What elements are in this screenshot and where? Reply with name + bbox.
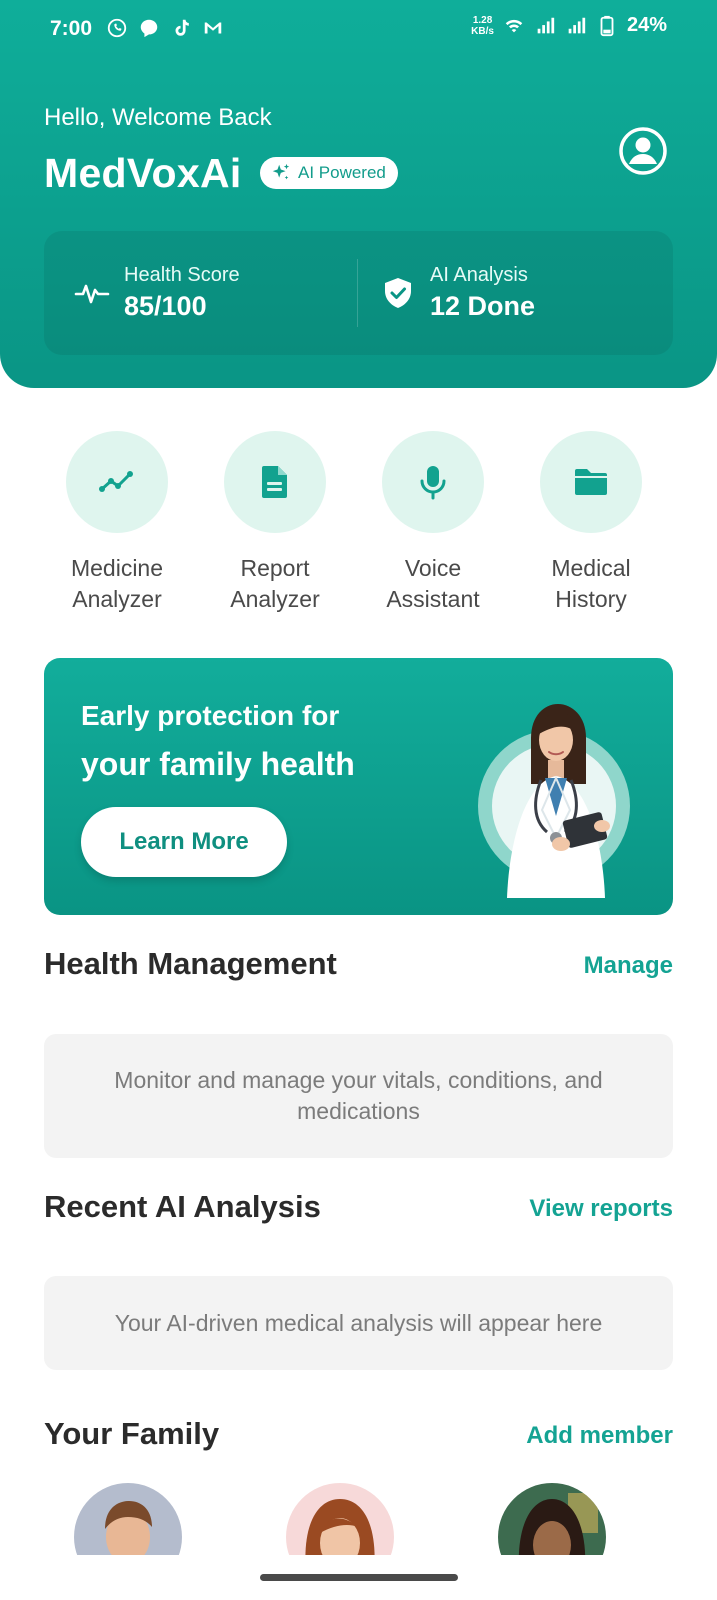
health-management-box: Monitor and manage your vitals, conditio… [44,1034,673,1158]
microphone-icon [420,466,446,500]
stat-label: Health Score [124,264,240,286]
tiktok-icon [175,19,189,36]
header: 7:00 1.28 KB/s 24% Hello, Welcome Back M [0,0,717,388]
action-label: Medical History [551,555,631,612]
action-circle [540,431,642,533]
document-icon [262,466,287,498]
signal-icon [568,17,586,33]
stat-value: 12 Done [430,291,536,321]
badge-label: AI Powered [298,163,386,182]
recent-analysis-text: Your AI-driven medical analysis will app… [114,1309,603,1336]
folder-icon [575,469,607,495]
app-title: MedVoxAi [44,150,242,196]
messenger-icon [140,19,158,38]
status-bar: 7:00 1.28 KB/s 24% [0,0,717,60]
action-circle [382,431,484,533]
add-member-link[interactable]: Add member [526,1422,673,1450]
system-status: 1.28 KB/s 24% [471,14,667,37]
profile-icon[interactable] [618,126,668,176]
greeting: Hello, Welcome Back [44,104,272,131]
recent-analysis-title: Recent AI Analysis [44,1189,321,1224]
medical-history-action[interactable]: Medical History [516,431,666,615]
network-speed: 1.28 KB/s [471,14,494,37]
divider [357,259,358,327]
shield-check-icon [385,278,411,308]
action-circle [224,431,326,533]
battery-icon [600,15,614,36]
wifi-icon [505,19,523,32]
ai-analysis-stat: AI Analysis 12 Done [380,231,535,355]
banner-headline: Early protection for [81,700,340,731]
heart-pulse-icon [74,284,110,304]
signal-icon [537,17,555,33]
whatsapp-icon [107,18,127,38]
mail-icon [204,22,222,34]
view-reports-link[interactable]: View reports [529,1195,673,1223]
action-label: Medicine Analyzer [70,555,164,612]
voice-assistant-action[interactable]: Voice Assistant [358,431,508,615]
stats-card: Health Score 85/100 AI Analysis 12 Done [44,231,673,355]
battery-level: 24% [626,14,667,36]
promo-banner: Early protection for your family health … [44,658,673,915]
notification-icons [106,17,224,39]
recent-analysis-box: Your AI-driven medical analysis will app… [44,1276,673,1370]
medicine-analyzer-action[interactable]: Medicine Analyzer [42,431,192,615]
health-management-title: Health Management [44,946,337,981]
home-screen: 7:00 1.28 KB/s 24% Hello, Welcome Back M [0,0,717,1600]
health-score-stat: Health Score 85/100 [74,231,240,355]
ai-powered-badge: AI Powered [260,157,398,189]
banner-subheadline: your family health [81,746,355,782]
sparkle-icon [272,163,290,180]
learn-more-button[interactable]: Learn More [81,807,287,877]
health-management-text: Monitor and manage your vitals, conditio… [114,1067,603,1124]
report-analyzer-action[interactable]: Report Analyzer [200,431,350,615]
action-label: Report Analyzer [230,555,320,612]
action-circle [66,431,168,533]
manage-link[interactable]: Manage [584,952,673,980]
family-title: Your Family [44,1416,220,1451]
status-time: 7:00 [50,17,93,40]
action-label: Voice Assistant [386,555,480,612]
home-indicator[interactable] [260,1574,458,1581]
stat-value: 85/100 [124,291,207,321]
doctor-illustration [478,704,630,898]
stat-label: AI Analysis [430,264,528,286]
chart-line-icon [99,471,133,492]
